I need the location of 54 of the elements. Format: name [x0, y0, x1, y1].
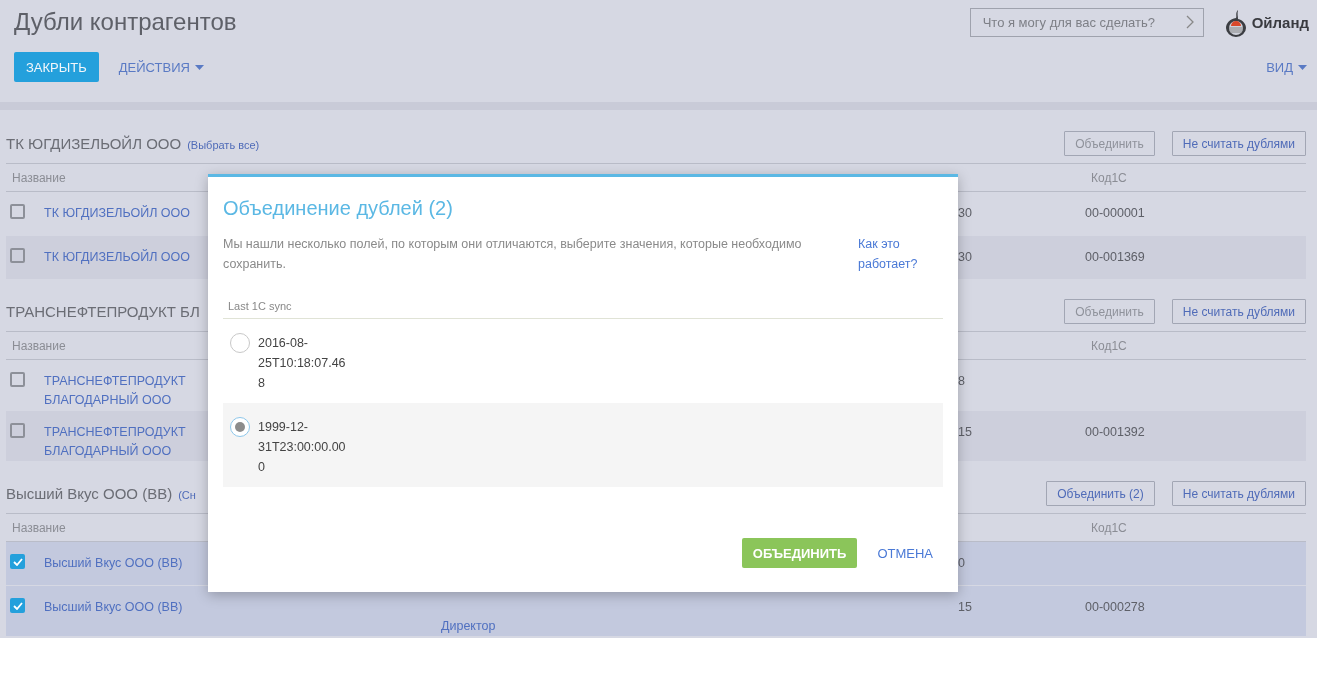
dialog-description: Мы нашли несколько полей, по которым они отличаются, выберите значения, которые необходимо сохранить. [223, 236, 803, 273]
column-header: Название [12, 520, 66, 535]
search-field[interactable]: Что я могу для вас сделать? [969, 8, 1204, 37]
date-cell-text: 0 [958, 555, 966, 572]
row-checkbox[interactable] [10, 554, 25, 569]
merge-button[interactable]: Объединить (2) [1046, 481, 1155, 506]
select-all-link[interactable]: (Выбрать все) [187, 139, 260, 151]
help-link[interactable]: Как это работает? [858, 234, 938, 274]
date-cell-text: 30 [958, 205, 973, 222]
group-title: ТРАНСНЕФТЕПРОДУКТ БЛ [6, 303, 200, 320]
date-cell-text: 30 [958, 249, 973, 266]
field-label: Last 1C sync [223, 300, 943, 319]
checkmark-icon [12, 557, 23, 566]
group-title: Высший Вкус ООО (ВВ) [6, 485, 173, 502]
row-checkbox[interactable] [10, 423, 25, 438]
column-header: Код1С [1091, 338, 1127, 353]
row-checkbox[interactable] [10, 372, 25, 387]
cancel-button[interactable]: ОТМЕНА [877, 545, 933, 561]
view-menu[interactable]: ВИД [1266, 59, 1307, 75]
code-cell-text: 00-001369 [1085, 249, 1146, 266]
caret-icon [194, 64, 204, 70]
date-cell-text: 8 [958, 373, 966, 390]
group-title: ТК ЮГДИЗЕЛЬОЙЛ ООО [6, 135, 182, 152]
option-value: 2016-08-25T10:18:07.468 [258, 335, 347, 392]
radio-button[interactable] [230, 417, 250, 437]
page-title: Дубли контрагентов [14, 8, 237, 36]
option-value: 1999-12-31T23:00:00.000 [258, 419, 347, 476]
contact-link[interactable]: Директор [441, 617, 958, 636]
date-cell-text: 15 [958, 599, 973, 616]
dialog-title: Объединение дублей (2) [223, 197, 454, 220]
select-all-link[interactable]: (Сн [178, 489, 196, 501]
counterparty-link[interactable]: Высший Вкус ООО (ВВ) [44, 598, 214, 617]
not-duplicates-button[interactable]: Не считать дублями [1171, 299, 1306, 324]
caret-icon [1298, 64, 1307, 70]
close-button[interactable]: ЗАКРЫТЬ [14, 52, 99, 82]
column-header: Код1С [1091, 520, 1127, 535]
row-checkbox[interactable] [10, 204, 25, 219]
column-header: Название [12, 338, 66, 353]
row-checkbox[interactable] [10, 598, 25, 613]
merge-confirm-button[interactable]: ОБЪЕДИНИТЬ [741, 538, 858, 568]
date-cell-text: 15 [958, 424, 973, 441]
not-duplicates-button[interactable]: Не считать дублями [1171, 131, 1306, 156]
chevron-right-icon [1185, 15, 1194, 29]
code-cell-text: 00-000001 [1085, 205, 1146, 222]
logo-text: Ойланд [1251, 14, 1309, 31]
column-header: Название [12, 170, 66, 185]
column-header: Код1С [1091, 170, 1127, 185]
row-checkbox[interactable] [10, 248, 25, 263]
not-duplicates-button[interactable]: Не считать дублями [1171, 481, 1306, 506]
actions-menu[interactable]: ДЕЙСТВИЯ [118, 59, 204, 75]
radio-button[interactable] [230, 333, 250, 353]
checkmark-icon [12, 601, 23, 610]
code-cell-text: 00-001392 [1085, 424, 1146, 441]
code-cell-text: 00-000278 [1085, 599, 1146, 616]
